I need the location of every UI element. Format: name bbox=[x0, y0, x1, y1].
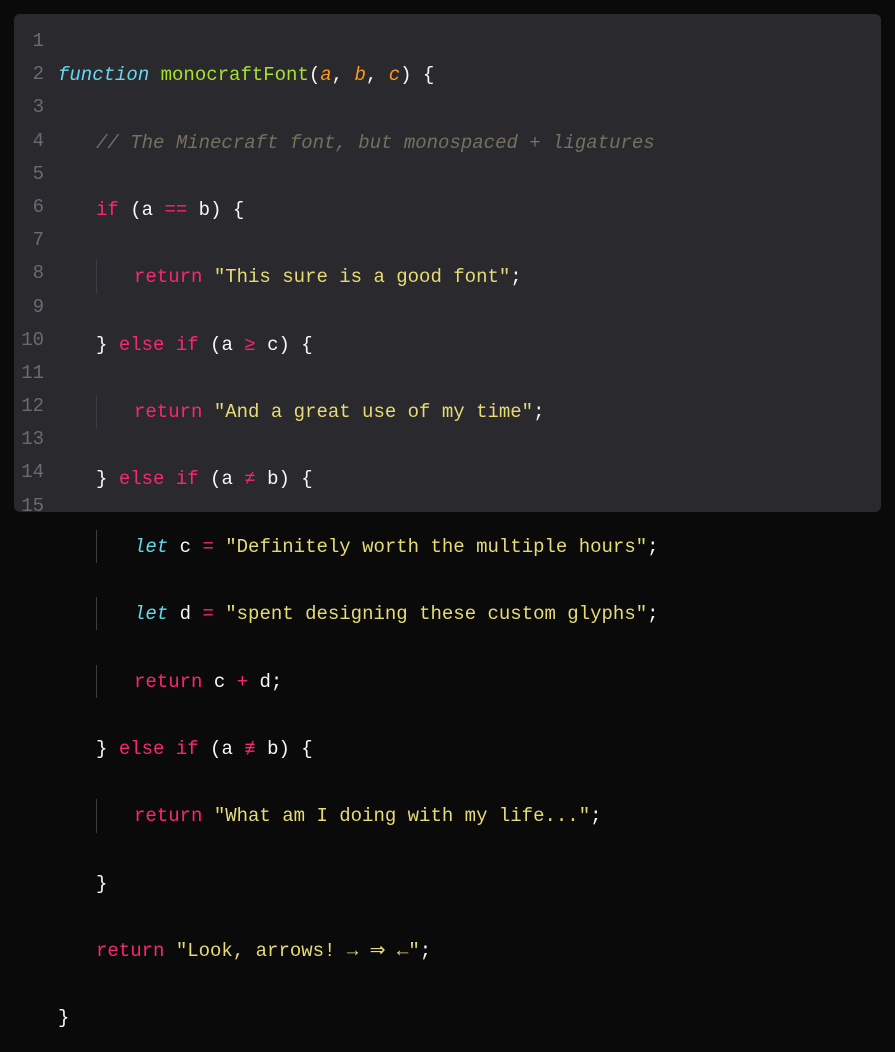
line-number: 6 bbox=[14, 190, 44, 223]
code-line: } else if (a ≠ b) { bbox=[58, 462, 881, 495]
code-line: return c + d; bbox=[58, 665, 881, 698]
line-number: 5 bbox=[14, 157, 44, 190]
operator-not-identical: ≢ bbox=[244, 738, 255, 760]
operator-neq: ≠ bbox=[244, 468, 255, 490]
keyword-if: if bbox=[96, 199, 119, 221]
function-name: monocraftFont bbox=[161, 64, 309, 86]
code-line: let d = "spent designing these custom gl… bbox=[58, 597, 881, 630]
keyword-else: else bbox=[119, 334, 165, 356]
line-number: 4 bbox=[14, 124, 44, 157]
operator-eq: == bbox=[164, 199, 187, 221]
code-line: return "And a great use of my time"; bbox=[58, 395, 881, 428]
keyword-if: if bbox=[176, 334, 199, 356]
string-literal: "Definitely worth the multiple hours" bbox=[225, 536, 647, 558]
keyword-return: return bbox=[134, 401, 202, 423]
code-line: let c = "Definitely worth the multiple h… bbox=[58, 530, 881, 563]
keyword-return: return bbox=[134, 266, 202, 288]
code-editor: 1 2 3 4 5 6 7 8 9 10 11 12 13 14 15 func… bbox=[14, 14, 881, 512]
comment: // The Minecraft font, but monospaced + … bbox=[96, 132, 655, 154]
code-line: } bbox=[58, 867, 881, 900]
line-number: 1 bbox=[14, 24, 44, 57]
code-line: if (a == b) { bbox=[58, 193, 881, 226]
line-number: 11 bbox=[14, 356, 44, 389]
keyword-let: let bbox=[134, 536, 168, 558]
code-line: // The Minecraft font, but monospaced + … bbox=[58, 126, 881, 159]
string-literal: "And a great use of my time" bbox=[214, 401, 533, 423]
keyword-return: return bbox=[96, 940, 164, 962]
code-line: } bbox=[58, 1001, 881, 1034]
keyword-if: if bbox=[176, 468, 199, 490]
line-number: 12 bbox=[14, 389, 44, 422]
param: c bbox=[389, 64, 400, 86]
line-number: 15 bbox=[14, 489, 44, 522]
line-number-gutter: 1 2 3 4 5 6 7 8 9 10 11 12 13 14 15 bbox=[14, 24, 58, 502]
string-literal: "This sure is a good font" bbox=[214, 266, 510, 288]
operator-gte: ≥ bbox=[244, 334, 255, 356]
line-number: 8 bbox=[14, 256, 44, 289]
param: a bbox=[320, 64, 331, 86]
line-number: 7 bbox=[14, 223, 44, 256]
string-literal: "What am I doing with my life..." bbox=[214, 805, 590, 827]
line-number: 14 bbox=[14, 455, 44, 488]
code-line: } else if (a ≢ b) { bbox=[58, 732, 881, 765]
code-line: function monocraftFont(a, b, c) { bbox=[58, 58, 881, 91]
keyword-function: function bbox=[58, 64, 149, 86]
string-literal: "spent designing these custom glyphs" bbox=[225, 603, 647, 625]
line-number: 9 bbox=[14, 290, 44, 323]
code-content[interactable]: function monocraftFont(a, b, c) { // The… bbox=[58, 24, 881, 502]
line-number: 2 bbox=[14, 57, 44, 90]
line-number: 3 bbox=[14, 90, 44, 123]
string-literal: "Look, arrows! → ⇒ ←" bbox=[176, 940, 420, 962]
keyword-else: else bbox=[119, 468, 165, 490]
keyword-let: let bbox=[134, 603, 168, 625]
line-number: 13 bbox=[14, 422, 44, 455]
keyword-else: else bbox=[119, 738, 165, 760]
operator-plus: + bbox=[237, 671, 248, 693]
keyword-return: return bbox=[134, 805, 202, 827]
line-number: 10 bbox=[14, 323, 44, 356]
code-line: return "What am I doing with my life..."… bbox=[58, 799, 881, 832]
code-line: return "This sure is a good font"; bbox=[58, 260, 881, 293]
keyword-if: if bbox=[176, 738, 199, 760]
code-line: return "Look, arrows! → ⇒ ←"; bbox=[58, 934, 881, 967]
keyword-return: return bbox=[134, 671, 202, 693]
param: b bbox=[354, 64, 365, 86]
code-line: } else if (a ≥ c) { bbox=[58, 328, 881, 361]
